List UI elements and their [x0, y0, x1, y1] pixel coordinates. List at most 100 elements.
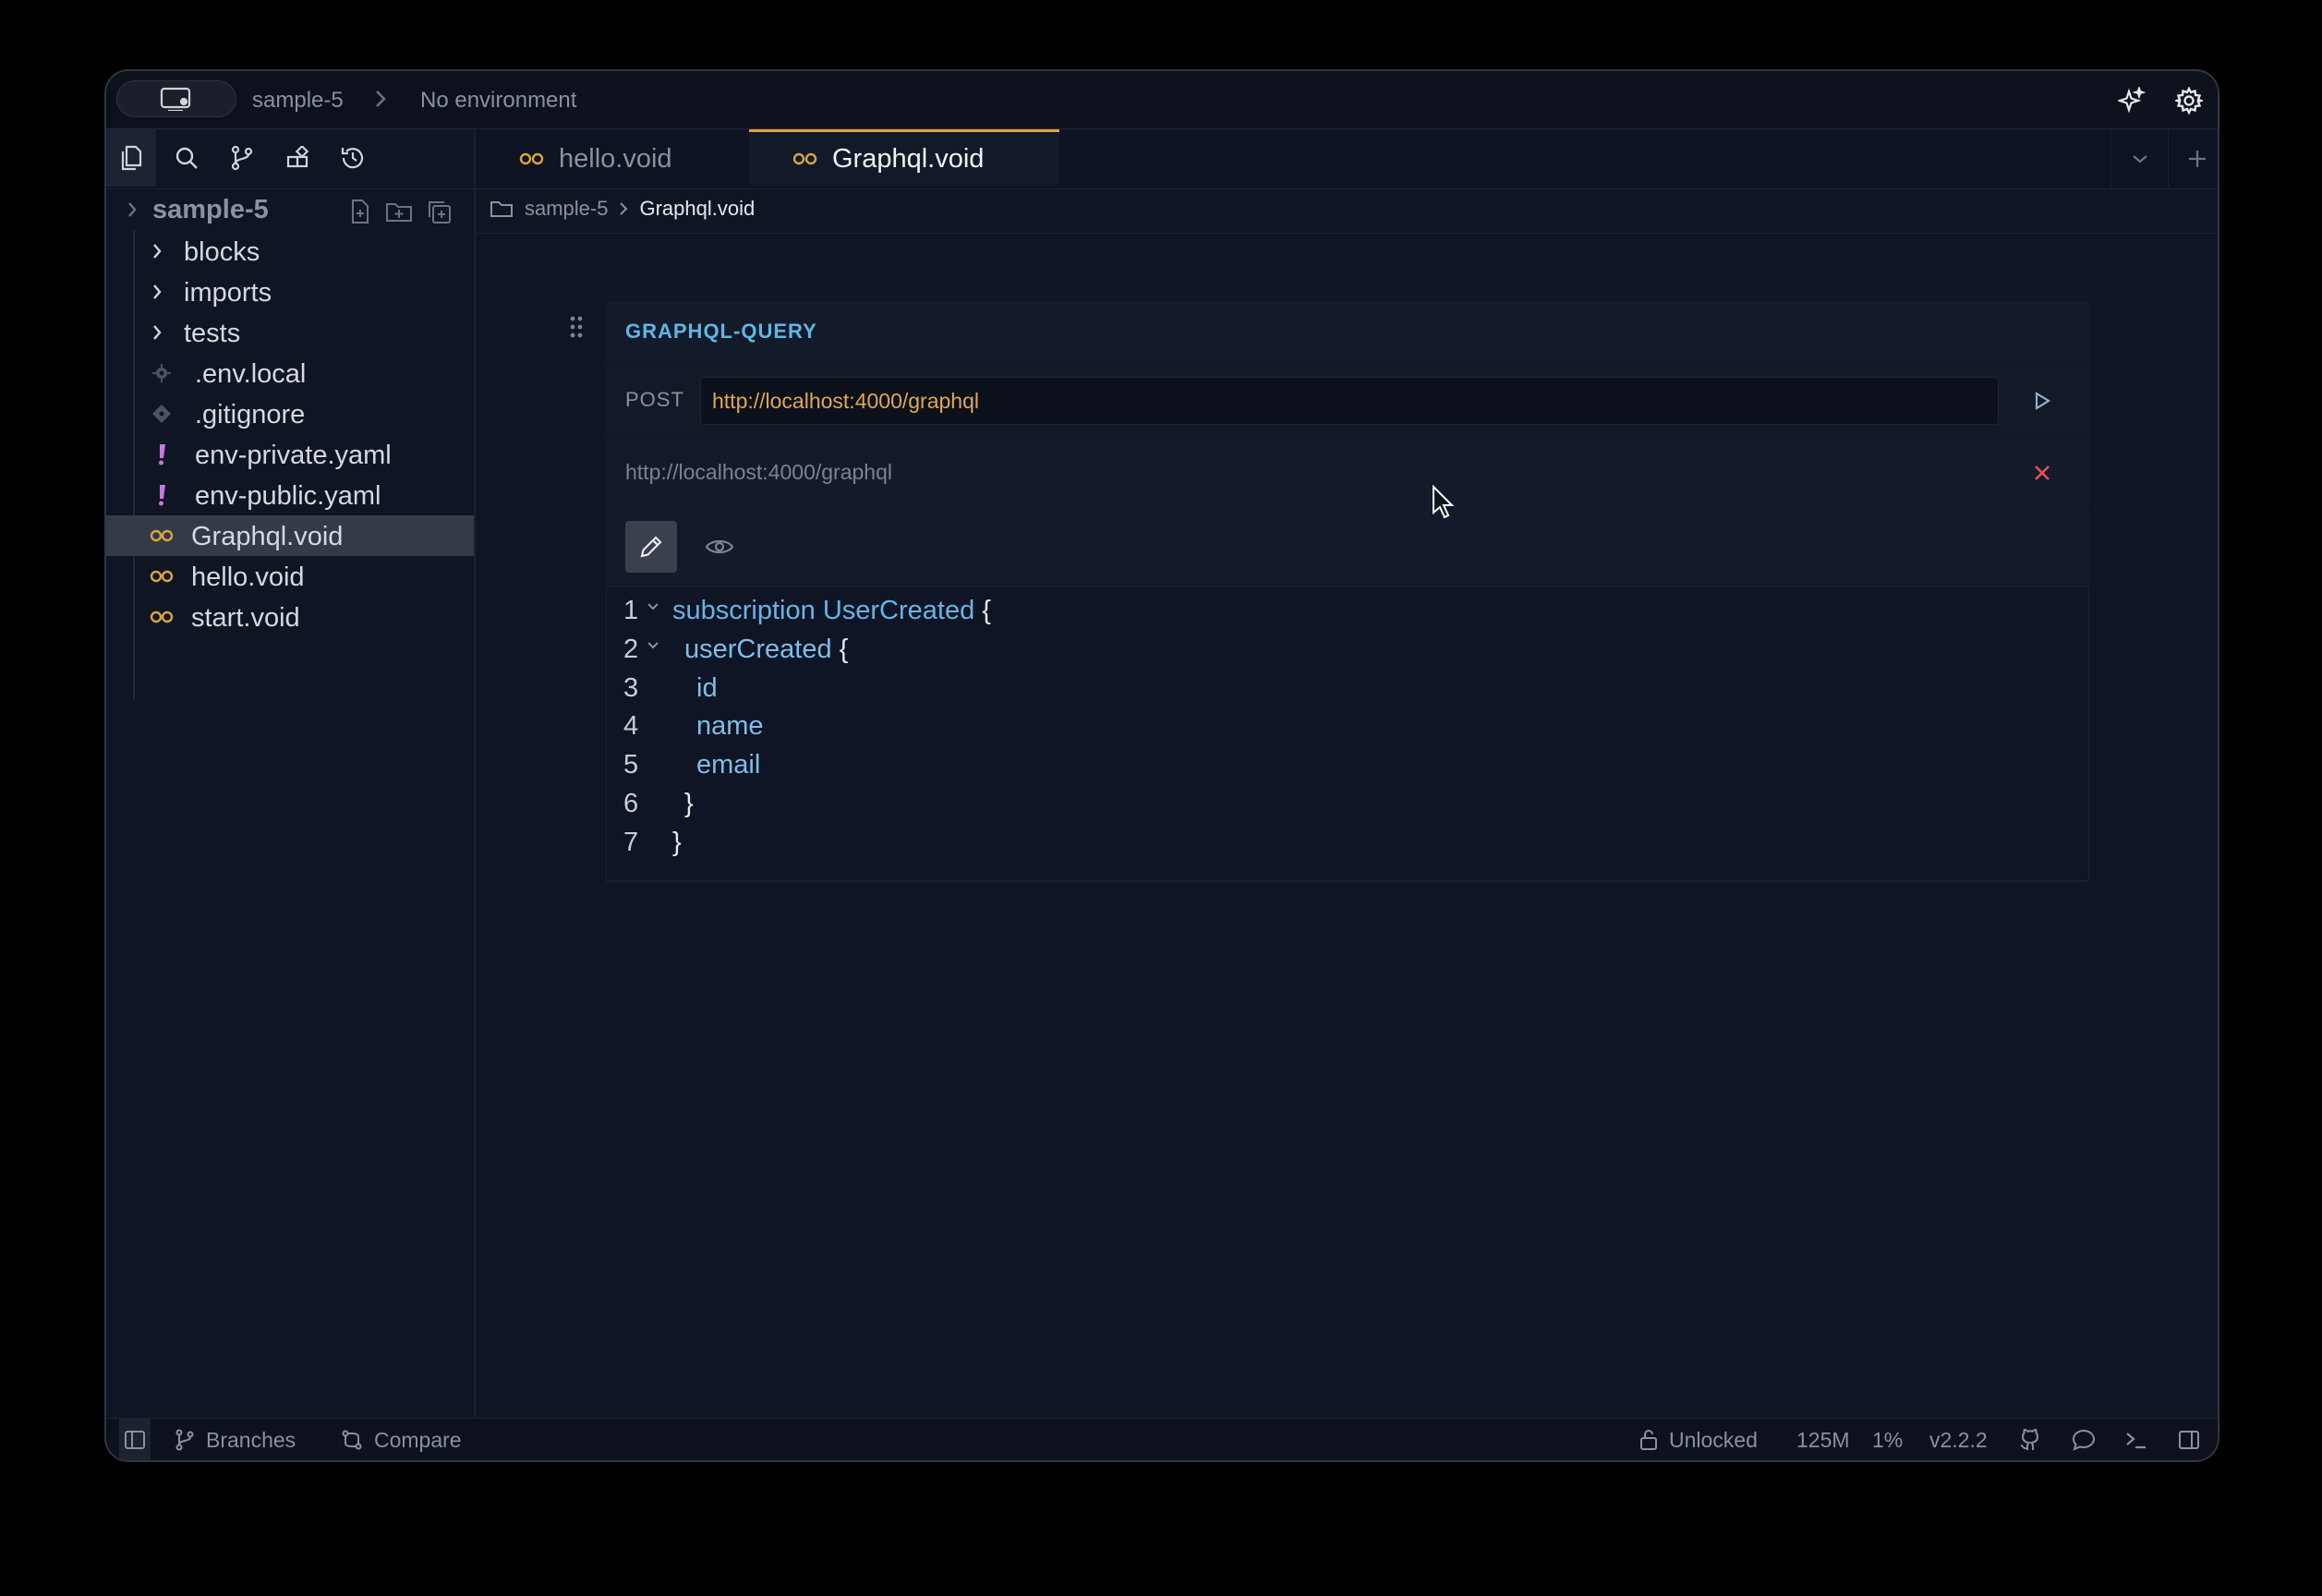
code-text: } — [672, 828, 682, 858]
url-input-value: http://localhost:4000/graphql — [712, 389, 979, 413]
new-tab-button[interactable] — [2168, 129, 2218, 188]
edit-mode-button[interactable] — [625, 521, 677, 573]
tree-item-label: tests — [184, 319, 241, 348]
code-token: email — [696, 750, 761, 780]
url-input[interactable]: http://localhost:4000/graphql — [700, 377, 1999, 425]
compare-icon — [342, 1430, 362, 1450]
tree-item-env-local[interactable]: .env.local — [106, 353, 474, 393]
line-number: 6 — [623, 789, 639, 818]
editor-mode-toolbar — [606, 508, 2089, 584]
history-icon — [341, 148, 364, 169]
code-token: UserCreated — [822, 596, 975, 625]
http-method-label[interactable]: POST — [625, 388, 684, 412]
code-editor[interactable]: 1 subscription UserCreated {2 userCreated … — [606, 586, 2089, 881]
void-file-icon — [792, 152, 817, 165]
tree-item-gitignore[interactable]: .gitignore — [106, 393, 474, 434]
project-root-label: sample-5 — [152, 195, 269, 224]
code-line[interactable]: 7} — [607, 824, 2085, 863]
tree-item-label: imports — [184, 278, 272, 308]
new-file-icon[interactable] — [348, 199, 372, 224]
lock-open-icon — [1640, 1430, 1657, 1450]
tab-list-button[interactable] — [2110, 129, 2169, 188]
code-text: } — [684, 789, 694, 819]
pencil-icon — [640, 536, 662, 558]
line-number: 7 — [623, 827, 639, 857]
branches-button[interactable]: Branches — [175, 1419, 296, 1460]
app-window: sample-5 No environment sample-5 blocks … — [104, 69, 2219, 1462]
breadcrumb-divider — [476, 233, 2218, 234]
tab-graphql-void[interactable]: Graphql.void — [749, 129, 1059, 186]
breadcrumb-file[interactable]: Graphql.void — [639, 197, 755, 221]
code-token: { — [974, 596, 991, 625]
compare-button[interactable]: Compare — [341, 1419, 462, 1460]
code-line[interactable]: 6} — [607, 785, 2085, 824]
new-folder-icon[interactable] — [385, 199, 413, 224]
git-tab-button[interactable] — [217, 129, 267, 187]
tree-item-label: Graphql.void — [191, 522, 344, 551]
tab-hello-void[interactable]: hello.void — [476, 129, 749, 188]
tree-item-hello-void[interactable]: hello.void — [106, 556, 474, 597]
tree-item-imports[interactable]: imports — [106, 272, 474, 312]
code-line[interactable]: 5 email — [607, 746, 2085, 785]
chevron-right-icon — [620, 202, 628, 215]
close-button[interactable] — [2024, 454, 2061, 491]
cpu-value: 1% — [1872, 1427, 1904, 1452]
tree-item-label: env-public.yaml — [195, 481, 381, 511]
terminal-icon[interactable] — [2125, 1419, 2147, 1460]
fold-chevron-icon[interactable] — [646, 640, 660, 651]
tree-item-tests[interactable]: tests — [106, 312, 474, 353]
request-row: POST http://localhost:4000/graphql — [606, 364, 2089, 436]
app-version: v2.2.2 — [1929, 1419, 1988, 1460]
files-icon — [121, 145, 142, 171]
workspace-switcher-button[interactable] — [116, 80, 236, 117]
tree-item-start-void[interactable]: start.void — [106, 597, 474, 637]
breadcrumb-folder[interactable]: sample-5 — [525, 197, 608, 221]
toggle-sidebar-button[interactable] — [119, 1419, 151, 1460]
tree-item-label: .gitignore — [195, 400, 306, 429]
lock-toggle[interactable]: Unlocked — [1639, 1419, 1758, 1460]
close-icon — [2035, 466, 2050, 480]
branches-label: Branches — [206, 1427, 296, 1452]
fold-chevron-icon[interactable] — [646, 601, 660, 612]
gear-icon[interactable] — [2175, 87, 2203, 115]
sparkles-icon[interactable] — [2118, 87, 2146, 115]
tree-item-graphql-void[interactable]: Graphql.void — [106, 515, 474, 556]
collapse-all-icon[interactable] — [426, 199, 452, 224]
preview-mode-button[interactable] — [694, 521, 745, 573]
code-token: userCreated — [684, 634, 832, 664]
line-number: 4 — [623, 711, 639, 742]
tree-item-label: env-private.yaml — [195, 441, 392, 470]
tab-label: hello.void — [559, 143, 672, 174]
tree-item-blocks[interactable]: blocks — [106, 231, 474, 272]
chevron-right-icon — [374, 88, 387, 110]
files-tab-button[interactable] — [106, 129, 156, 187]
file-tree: blocks imports tests .env.local .gitigno… — [106, 231, 474, 637]
code-line[interactable]: 3 id — [607, 670, 2085, 708]
project-name[interactable]: sample-5 — [252, 88, 344, 114]
status-bar: Branches Compare Unlocked 125M 1% v2.2.2 — [106, 1418, 2218, 1460]
subscription-url-row: http://localhost:4000/graphql — [606, 440, 2089, 506]
code-line[interactable]: 1 subscription UserCreated { — [607, 592, 2085, 631]
code-token: } — [672, 827, 682, 857]
toggle-right-panel-icon[interactable] — [2179, 1419, 2199, 1460]
void-file-icon — [148, 597, 175, 637]
code-line[interactable]: 4 name — [607, 707, 2085, 746]
drag-handle-icon[interactable] — [569, 315, 584, 339]
run-button[interactable] — [2024, 382, 2061, 419]
environment-selector[interactable]: No environment — [420, 88, 576, 114]
search-icon — [175, 147, 198, 169]
tree-item-env-public-yaml[interactable]: env-public.yaml — [106, 475, 474, 515]
project-root-row[interactable]: sample-5 — [106, 189, 474, 230]
code-text: email — [696, 750, 760, 780]
history-tab-button[interactable] — [328, 129, 378, 187]
blocks-tab-button[interactable] — [272, 129, 322, 187]
block-title: GRAPHQL-QUERY — [625, 320, 817, 343]
subscription-url[interactable]: http://localhost:4000/graphql — [625, 460, 892, 485]
chevron-down-icon — [2133, 155, 2147, 163]
github-icon[interactable] — [2020, 1419, 2040, 1460]
chat-icon[interactable] — [2072, 1419, 2096, 1460]
code-line[interactable]: 2 userCreated { — [607, 631, 2085, 670]
yaml-icon — [148, 475, 175, 515]
search-tab-button[interactable] — [162, 129, 212, 187]
tree-item-env-private-yaml[interactable]: env-private.yaml — [106, 434, 474, 475]
